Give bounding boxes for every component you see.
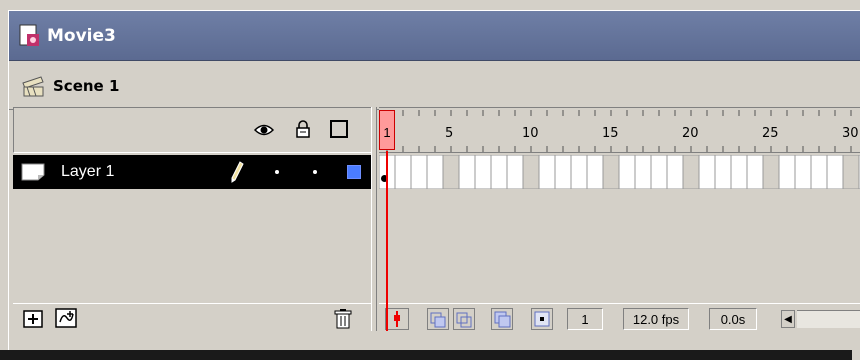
eye-icon[interactable] [254,122,274,138]
modify-onion-markers-button[interactable] [531,308,553,330]
trash-icon[interactable] [333,308,353,330]
layer-name[interactable]: Layer 1 [61,163,114,181]
center-frame-button[interactable] [385,308,409,330]
horizontal-scrollbar[interactable] [797,310,860,328]
bottom-edge [0,350,852,360]
frame-cell[interactable] [426,154,444,190]
frames-row[interactable] [378,154,860,190]
frame-cell[interactable] [538,154,556,190]
timeline-footer: 1 12.0 fps 0.0s ◀ [379,303,860,333]
scene-bar: Scene 1 [9,62,860,110]
frame-cell[interactable] [522,154,540,190]
layers-panel: Layer 1 [13,107,371,333]
lock-dot[interactable] [313,170,317,174]
layer-list-empty-area [13,189,371,309]
frame-rate-field[interactable]: 12.0 fps [623,308,689,330]
frame-cell[interactable] [810,154,828,190]
title-bar[interactable]: Movie3 [9,11,860,61]
scroll-left-button[interactable]: ◀ [781,310,795,328]
current-frame-field: 1 [567,308,603,330]
scene-name[interactable]: Scene 1 [53,77,119,95]
frame-cell[interactable] [506,154,524,190]
frame-cell[interactable] [490,154,508,190]
frame-cell[interactable] [778,154,796,190]
layer-row[interactable]: Layer 1 [13,155,371,189]
frame-cell[interactable] [650,154,668,190]
onion-skin-icon [430,312,446,328]
frame-cell[interactable] [586,154,604,190]
edit-multiple-frames-icon [494,311,511,328]
add-guide-layer-icon[interactable] [55,308,77,328]
window-title: Movie3 [47,25,116,46]
frame-cell[interactable] [410,154,428,190]
playhead-line [386,151,388,331]
modify-onion-markers-icon [534,311,550,327]
frame-cells [378,154,860,190]
onion-skin-outlines-icon [456,312,472,328]
timeline: 5 10 15 20 25 30 1 1 12.0 fps 0.0s ◀ [378,107,860,333]
frame-cell[interactable] [442,154,460,190]
ruler-label: 15 [602,126,619,141]
onion-skin-outlines-button[interactable] [453,308,475,330]
frame-cell[interactable] [602,154,620,190]
frame-cell[interactable] [698,154,716,190]
playhead[interactable]: 1 [379,110,395,150]
frame-cell[interactable] [746,154,764,190]
layer-footer [13,303,371,333]
frame-cell[interactable] [730,154,748,190]
frame-cell[interactable] [842,154,860,190]
lock-icon[interactable] [296,120,310,138]
timeline-empty-area [379,189,860,305]
ruler-label: 25 [762,126,779,141]
visibility-dot[interactable] [275,170,279,174]
elapsed-time-field: 0.0s [709,308,757,330]
layer-header [13,107,371,153]
frame-cell[interactable] [618,154,636,190]
frame-cell[interactable] [666,154,684,190]
frame-ruler[interactable]: 5 10 15 20 25 30 1 [379,107,860,153]
ruler-label: 5 [445,126,454,141]
frame-cell[interactable] [826,154,844,190]
insert-layer-icon[interactable] [23,310,43,328]
panel-splitter[interactable] [371,107,377,331]
frame-cell[interactable] [458,154,476,190]
frame-cell[interactable] [394,154,412,190]
frame-cell[interactable] [570,154,588,190]
ruler-label: 20 [682,126,699,141]
clapperboard-icon [22,75,44,96]
movie-window: Movie3 Scene 1 Layer 1 5 10 15 20 25 30 … [8,10,860,360]
layer-outline-color[interactable] [347,165,361,179]
frame-cell[interactable] [634,154,652,190]
outline-icon[interactable] [330,120,348,138]
frame-cell[interactable] [554,154,572,190]
frame-cell[interactable] [762,154,780,190]
center-frame-icon [394,311,400,327]
ruler-label: 30 [842,126,859,141]
ruler-label: 10 [522,126,539,141]
pencil-icon [231,161,244,183]
edit-multiple-frames-button[interactable] [491,308,513,330]
movie-document-icon [19,24,39,46]
frame-cell[interactable] [474,154,492,190]
layer-page-icon [21,163,45,181]
onion-skin-button[interactable] [427,308,449,330]
frame-cell[interactable] [714,154,732,190]
frame-cell[interactable] [682,154,700,190]
frame-cell[interactable] [794,154,812,190]
